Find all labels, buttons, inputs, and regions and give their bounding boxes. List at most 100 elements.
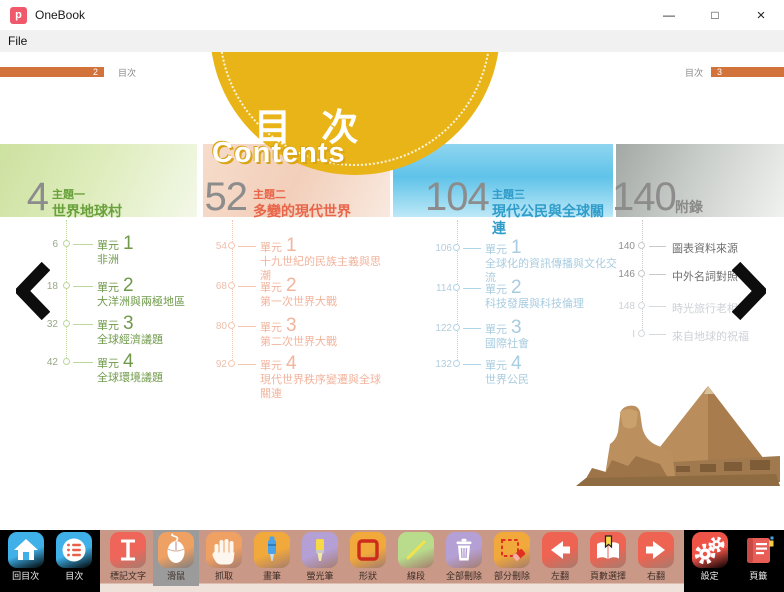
shape-icon bbox=[350, 532, 386, 568]
toc-item-page: 42 bbox=[0, 357, 58, 368]
prev-page-button[interactable] bbox=[16, 262, 50, 320]
theme-name: 附錄 bbox=[675, 199, 703, 217]
unit-number: 1 bbox=[286, 235, 297, 256]
toolbar-button-label: 全部刪除 bbox=[446, 569, 482, 582]
toolbar-button-toc-list[interactable]: 目次 bbox=[51, 532, 97, 585]
bookmark-icon bbox=[740, 532, 776, 568]
minimize-button[interactable]: — bbox=[646, 0, 692, 30]
toolbar-button-label: 部分刪除 bbox=[494, 569, 530, 582]
mouse-icon bbox=[158, 532, 194, 568]
toc-item-unit: 單元2 bbox=[485, 277, 522, 299]
delete-all-icon bbox=[446, 532, 482, 568]
text-mark-icon bbox=[110, 532, 146, 568]
theme-label: 主題三 bbox=[492, 189, 613, 203]
toc-item-marker bbox=[63, 358, 70, 365]
section-page-number: 140 bbox=[612, 177, 668, 217]
unit-number: 4 bbox=[286, 353, 297, 374]
toc-item-unit: 單元2 bbox=[97, 275, 134, 297]
toc-item-page: 92 bbox=[200, 359, 227, 370]
toolbar-button-bookmark[interactable]: 頁籤 bbox=[735, 532, 781, 585]
unit-number: 4 bbox=[123, 351, 134, 372]
toolbar-zone-center: 標記文字滑鼠 抓取畫筆 螢光筆形狀線段 全部刪除部分刪除左翻頁數選擇右翻 bbox=[100, 530, 684, 592]
unit-number: 3 bbox=[123, 313, 134, 334]
delete-part-icon bbox=[494, 532, 530, 568]
close-button[interactable]: × bbox=[738, 0, 784, 30]
toc-item-dash bbox=[649, 274, 666, 275]
window-controls: — □ × bbox=[646, 0, 784, 30]
toc-item-dash bbox=[649, 306, 666, 307]
theme-label: 主題一 bbox=[52, 189, 122, 203]
toc-item-marker bbox=[453, 284, 460, 291]
toc-item-marker bbox=[228, 242, 235, 249]
toolbar-button-label: 設定 bbox=[701, 569, 719, 582]
toolbar-button-label: 右翻 bbox=[647, 569, 665, 582]
unit-label: 單元 bbox=[485, 324, 507, 336]
unit-label: 單元 bbox=[260, 282, 282, 294]
toolbar-button-label: 畫筆 bbox=[263, 569, 281, 582]
section-page-number: 104 bbox=[425, 177, 485, 217]
unit-number: 1 bbox=[511, 237, 522, 258]
toc-item-page: 68 bbox=[200, 281, 227, 292]
toc-item-marker bbox=[228, 322, 235, 329]
toc-item-title: 大洋洲與兩極地區 bbox=[97, 295, 197, 309]
theme-name: 多變的現代世界 bbox=[253, 203, 351, 221]
maximize-button[interactable]: □ bbox=[692, 0, 738, 30]
page-select-icon bbox=[590, 532, 626, 568]
toc-item-dash bbox=[73, 244, 93, 245]
section-theme-title: 主題二多變的現代世界 bbox=[253, 189, 351, 220]
menu-file[interactable]: File bbox=[0, 34, 35, 48]
toc-item-unit: 單元1 bbox=[485, 237, 522, 259]
toc-item-marker bbox=[638, 242, 645, 249]
toc-item-unit: 單元 2 bbox=[260, 275, 297, 297]
cover-title-en: Contents bbox=[212, 137, 346, 170]
toolbar-button-settings[interactable]: 設定 bbox=[687, 532, 733, 585]
toc-item-dash bbox=[463, 288, 481, 289]
toolbar-button-mouse[interactable]: 滑鼠 bbox=[153, 530, 199, 586]
toc-item-dash bbox=[649, 334, 666, 335]
toolbar-button-label: 目次 bbox=[65, 569, 83, 582]
toolbar-button-pen[interactable]: 畫筆 bbox=[249, 532, 295, 585]
toolbar-button-page-left[interactable]: 左翻 bbox=[537, 532, 583, 585]
toolbar-button-delete-all[interactable]: 全部刪除 bbox=[441, 532, 487, 585]
toc-item-dash bbox=[463, 328, 481, 329]
unit-label: 單元 bbox=[485, 360, 507, 372]
toc-item-page: 54 bbox=[200, 241, 227, 252]
toolbar-button-shape[interactable]: 形狀 bbox=[345, 532, 391, 585]
toc-item-unit: 單元1 bbox=[97, 233, 134, 255]
toolbar-button-hand[interactable]: 抓取 bbox=[201, 532, 247, 585]
unit-number: 2 bbox=[286, 275, 297, 296]
toc-item-page: I bbox=[610, 329, 635, 340]
toolbar-button-home[interactable]: 回目次 bbox=[3, 532, 49, 585]
toc-item-page: 122 bbox=[393, 323, 452, 334]
toc-item-dash bbox=[238, 364, 256, 365]
toolbar-button-page-select[interactable]: 頁數選擇 bbox=[585, 532, 631, 585]
next-page-button[interactable] bbox=[732, 262, 766, 320]
theme-label: 主題二 bbox=[253, 189, 351, 203]
toolbar-button-label: 頁籤 bbox=[749, 569, 767, 582]
unit-number: 1 bbox=[123, 233, 134, 254]
toolbar-button-label: 滑鼠 bbox=[167, 569, 185, 582]
toolbar-button-label: 螢光筆 bbox=[306, 569, 333, 582]
toolbar-button-highlighter[interactable]: 螢光筆 bbox=[297, 532, 343, 585]
toc-item-unit: 單元3 bbox=[485, 317, 522, 339]
toc-item-dash bbox=[73, 324, 93, 325]
toolbar-button-text-mark[interactable]: 標記文字 bbox=[105, 532, 151, 585]
page-left-icon bbox=[542, 532, 578, 568]
onebook-window: p OneBook — □ × File 2 目次 目次 3 bbox=[0, 0, 784, 592]
toolbar-button-delete-part[interactable]: 部分刪除 bbox=[489, 532, 535, 585]
toc-item-dash bbox=[463, 364, 481, 365]
toc-item-page: 6 bbox=[0, 239, 58, 250]
sphinx-pyramid-image bbox=[576, 382, 780, 494]
section-theme-title: 附錄 bbox=[675, 199, 703, 217]
toolbar-button-page-right[interactable]: 右翻 bbox=[633, 532, 679, 585]
toc-item-marker bbox=[63, 240, 70, 247]
unit-label: 單元 bbox=[97, 358, 119, 370]
toc-item-unit: 單元3 bbox=[97, 313, 134, 335]
toolbar-button-label: 線段 bbox=[407, 569, 425, 582]
theme-name: 現代公民與全球關連 bbox=[492, 203, 613, 238]
toc-item-unit: 單元3 bbox=[260, 315, 297, 337]
toc-item-marker bbox=[228, 282, 235, 289]
hand-icon bbox=[206, 532, 242, 568]
toolbar-button-line[interactable]: 線段 bbox=[393, 532, 439, 585]
unit-label: 單元 bbox=[485, 284, 507, 296]
